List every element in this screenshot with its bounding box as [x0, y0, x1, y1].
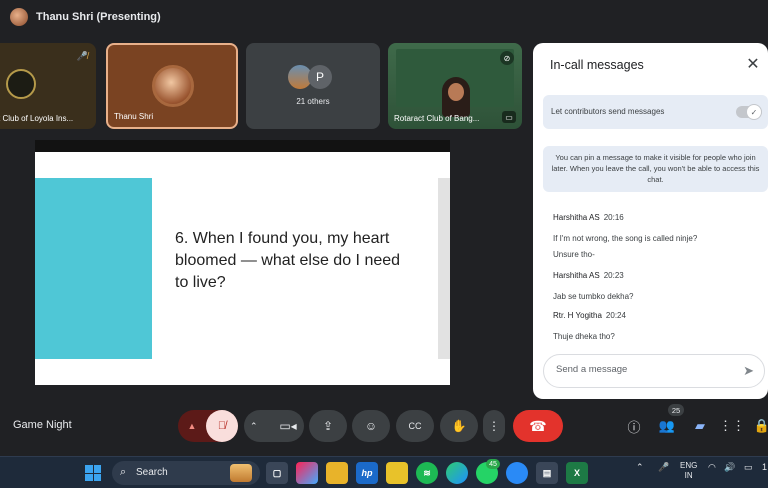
in-call-messages-panel: In-call messages ✕ Let contributors send…: [533, 43, 768, 399]
presentation-slide: 6. When I found you, my heart bloomed — …: [35, 140, 450, 385]
language-code: ENG: [680, 461, 698, 470]
wifi-icon[interactable]: ◠: [708, 462, 716, 473]
contributors-toggle[interactable]: ✓: [736, 104, 762, 120]
message-compose: ➤: [543, 354, 765, 388]
mic-off-icon[interactable]: 🎙̸: [206, 410, 238, 442]
slide-accent-block: [35, 178, 152, 359]
hand-icon: ✋: [451, 419, 467, 433]
reactions-button[interactable]: ☺: [352, 410, 390, 442]
emoji-icon: ☺: [364, 419, 378, 433]
volume-icon[interactable]: 🔊: [724, 462, 735, 473]
microphone-icon[interactable]: 🎤: [658, 462, 669, 473]
browser-icon[interactable]: [506, 462, 528, 484]
message-time: 20:16: [603, 213, 624, 222]
language-indicator[interactable]: ENG IN: [680, 461, 697, 481]
raise-hand-button[interactable]: ✋: [440, 410, 478, 442]
presenter-avatar: [10, 8, 28, 26]
participant-name: Thanu Shri: [114, 112, 154, 121]
chat-icon[interactable]: ▰: [690, 416, 710, 436]
participant-video: [442, 77, 470, 117]
pin-info-text: You can pin a message to make it visible…: [543, 146, 768, 192]
avatar: [152, 65, 194, 107]
top-bar: Thanu Shri (Presenting): [0, 0, 768, 34]
chat-message: Harshitha AS 20:23 Jab se tumbko dekha?: [553, 265, 753, 301]
message-input[interactable]: [556, 364, 726, 375]
message-text: Jab se tumbko dekha?: [553, 292, 634, 301]
lock-icon[interactable]: 🔒: [752, 416, 768, 436]
leave-call-button[interactable]: ☎: [513, 410, 563, 442]
clock-partial[interactable]: 1: [762, 462, 767, 472]
more-vert-icon: ⋮: [488, 419, 500, 433]
spotify-icon[interactable]: ≋: [416, 462, 438, 484]
region-code: IN: [684, 471, 693, 480]
participant-tile[interactable]: 🎤̸ t Club of Loyola Ins...: [0, 43, 96, 129]
chevron-up-icon[interactable]: ⌃: [636, 462, 644, 473]
taskbar-search[interactable]: ⌕ Search: [112, 461, 260, 485]
captions-icon: CC: [408, 421, 422, 431]
sticky-notes-icon[interactable]: [386, 462, 408, 484]
slide-text: 6. When I found you, my heart bloomed — …: [175, 230, 401, 291]
people-count-badge: 25: [668, 404, 684, 416]
others-count: 21 others: [296, 97, 330, 106]
pin-icon[interactable]: ▭: [502, 111, 516, 123]
message-sender: Harshitha AS: [553, 213, 600, 222]
mic-options-chevron-icon[interactable]: ▲: [178, 410, 206, 442]
camera-icon[interactable]: ▭◂: [272, 410, 304, 442]
windows-start-icon[interactable]: [85, 465, 101, 481]
search-highlight-icon: [230, 464, 252, 482]
avatar-letter: P: [308, 65, 332, 89]
close-icon[interactable]: ✕: [743, 54, 763, 74]
slide-side-bar: [438, 178, 450, 359]
message-sender: Harshitha AS: [553, 271, 600, 280]
check-icon: ✓: [746, 104, 762, 120]
excel-icon[interactable]: X: [566, 462, 588, 484]
file-explorer-icon[interactable]: [326, 462, 348, 484]
info-icon[interactable]: ⓘ: [624, 416, 644, 436]
toggle-label: Let contributors send messages: [551, 107, 665, 116]
task-view-icon[interactable]: ▢: [266, 462, 288, 484]
participant-name: t Club of Loyola Ins...: [0, 114, 74, 123]
meeting-name: Game Night: [13, 419, 72, 431]
apps-grid-icon[interactable]: ⋮⋮: [719, 416, 745, 436]
copilot-icon[interactable]: [296, 462, 318, 484]
battery-icon[interactable]: ▭: [744, 462, 753, 473]
message-text: Thuje dheka tho?: [553, 332, 615, 341]
captions-button[interactable]: CC: [396, 410, 434, 442]
presenter-title: Thanu Shri (Presenting): [36, 11, 161, 23]
slide-top-bar: [35, 140, 450, 152]
mic-off-icon: 🎤̸: [76, 51, 88, 61]
participant-tile-active[interactable]: Thanu Shri: [106, 43, 238, 129]
mic-off-icon: ⊘: [500, 51, 514, 65]
contributors-toggle-row: Let contributors send messages ✓: [543, 95, 768, 129]
send-icon[interactable]: ➤: [743, 363, 754, 379]
chat-message: Rtr. H Yogitha 20:24 Thuje dheka tho?: [553, 305, 753, 341]
chat-message: Harshitha AS 20:16 If I'm not wrong, the …: [553, 207, 753, 259]
message-sender: Rtr. H Yogitha: [553, 311, 602, 320]
taskbar: ⌕ Search ▢ hp ≋ ▤ X: [0, 456, 768, 488]
search-icon: ⌕: [120, 466, 127, 478]
camera-control-group: ⌃ ▭◂: [244, 410, 304, 442]
feedback-icon[interactable]: ▤: [536, 462, 558, 484]
people-icon[interactable]: 👥: [657, 416, 677, 436]
end-call-icon: ☎: [529, 417, 547, 434]
whatsapp-badge: 45: [486, 459, 500, 469]
search-label: Search: [136, 467, 168, 478]
edge-icon[interactable]: [446, 462, 468, 484]
mic-control-group: ▲ 🎙̸: [178, 410, 238, 442]
others-tile[interactable]: P 21 others: [246, 43, 380, 129]
message-text: Unsure tho-: [553, 250, 595, 259]
present-icon: ⇪: [322, 419, 334, 433]
panel-title: In-call messages: [550, 58, 644, 72]
more-options-button[interactable]: ⋮: [483, 410, 505, 442]
present-button[interactable]: ⇪: [309, 410, 347, 442]
message-time: 20:23: [603, 271, 624, 280]
message-time: 20:24: [605, 311, 626, 320]
participant-name: Rotaract Club of Bang...: [394, 114, 480, 123]
camera-options-chevron-icon[interactable]: ⌃: [250, 421, 258, 432]
message-text: If I'm not wrong, the song is called nin…: [553, 234, 698, 243]
club-logo: [6, 69, 36, 99]
participant-tile[interactable]: ⊘ ▭ Rotaract Club of Bang...: [388, 43, 522, 129]
hp-icon[interactable]: hp: [356, 462, 378, 484]
